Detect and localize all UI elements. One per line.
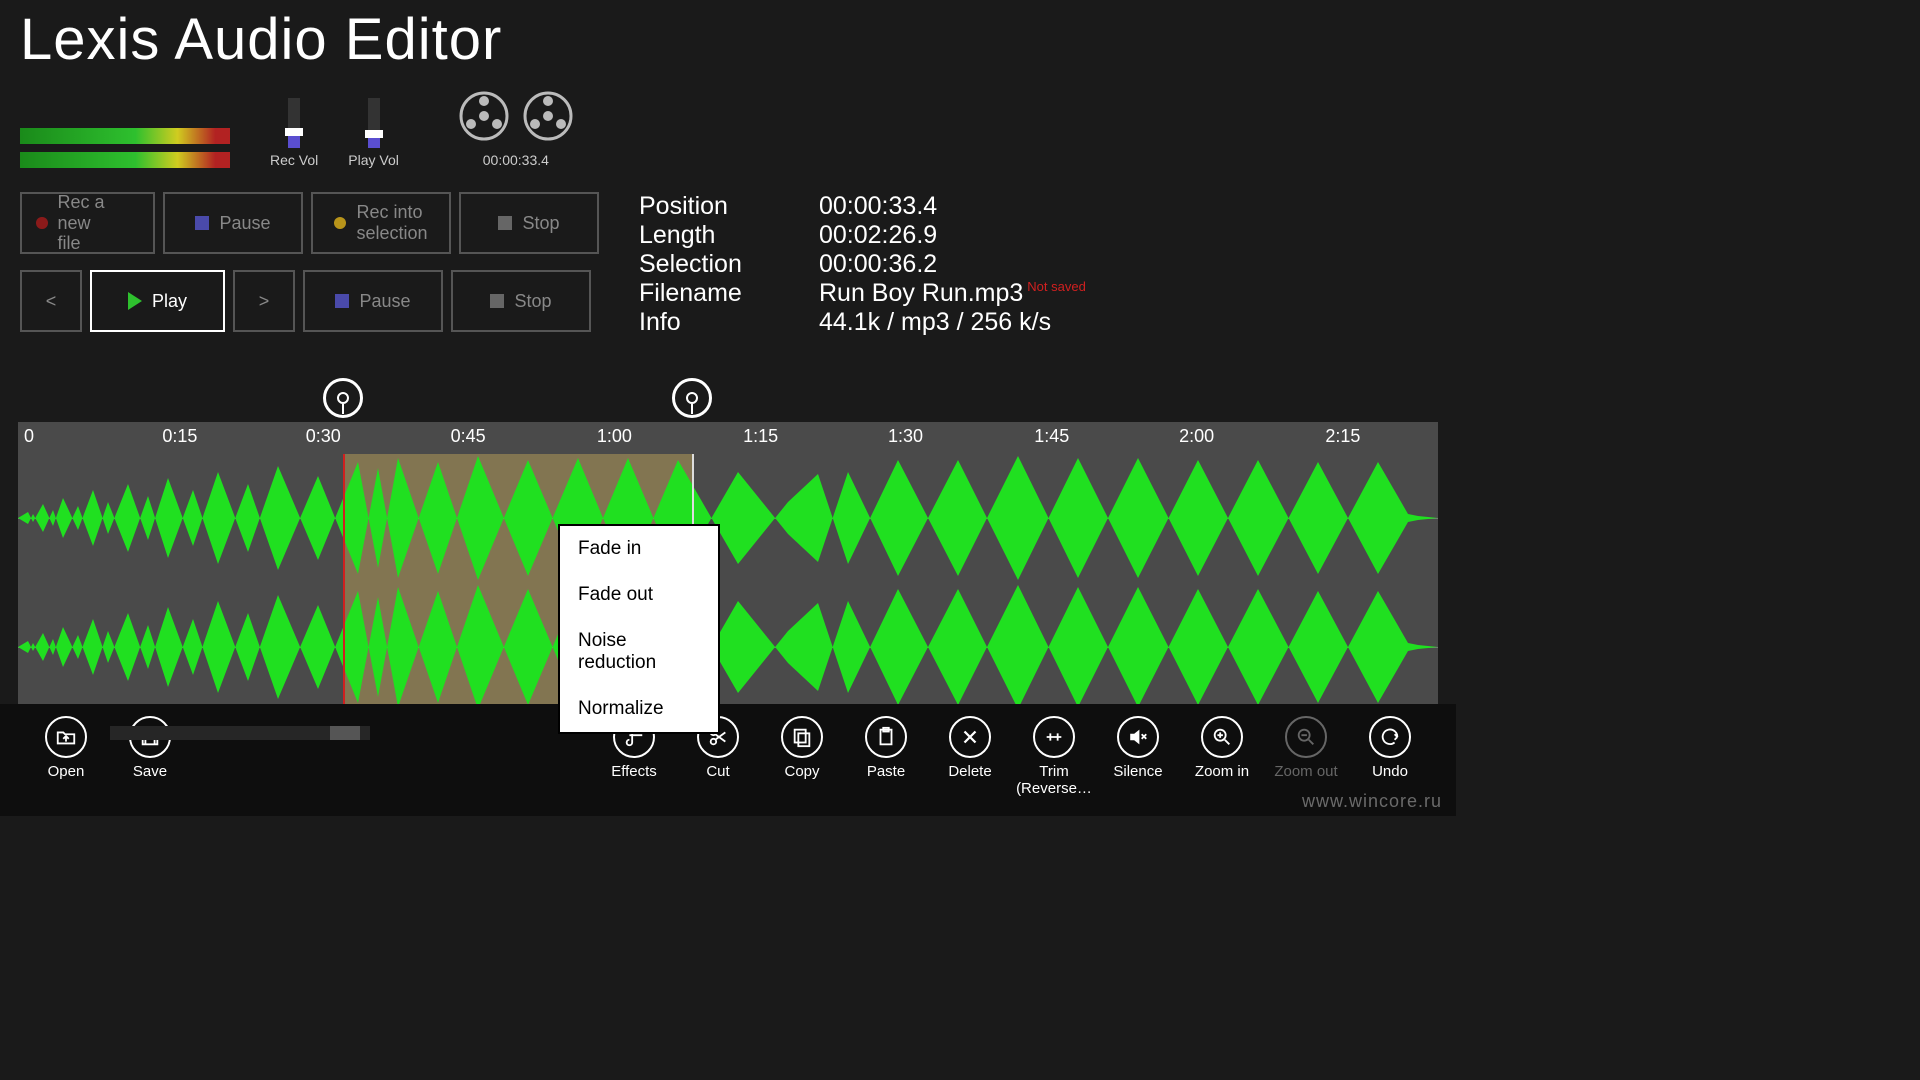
filename-label: Filename [639, 279, 799, 308]
ruler-tick: 0:30 [306, 426, 341, 447]
seek-forward-button[interactable]: > [233, 270, 295, 332]
selection-value: 00:00:36.2 [819, 250, 1086, 279]
rec-into-selection-button[interactable]: Rec intoselection [311, 192, 451, 254]
rec-pause-button[interactable]: Pause [163, 192, 303, 254]
play-vol-label: Play Vol [348, 152, 399, 168]
x-icon [949, 716, 991, 758]
tape-reels-icon [459, 91, 573, 146]
level-bar-right [20, 152, 230, 168]
selection-start-marker[interactable] [323, 378, 363, 418]
play-button[interactable]: Play [90, 270, 225, 332]
ruler-tick: 2:15 [1325, 426, 1360, 447]
info-panel: Position 00:00:33.4 Length 00:02:26.9 Se… [639, 192, 1086, 337]
selection-label: Selection [639, 250, 799, 279]
ruler-tick: 2:00 [1179, 426, 1214, 447]
level-bar-left [20, 128, 230, 144]
zoom-out-icon [1285, 716, 1327, 758]
time-ruler[interactable]: 0 0:15 0:30 0:45 1:00 1:15 1:30 1:45 2:0… [18, 422, 1438, 454]
waveform-display[interactable] [18, 454, 1438, 712]
rec-stop-button[interactable]: Stop [459, 192, 599, 254]
speaker-mute-icon [1117, 716, 1159, 758]
seek-back-button[interactable]: < [20, 270, 82, 332]
menu-fade-out[interactable]: Fade out [560, 572, 718, 618]
menu-noise-reduction[interactable]: Noise reduction [560, 618, 718, 686]
info-label: Info [639, 308, 799, 337]
delete-button[interactable]: Delete [928, 716, 1012, 781]
copy-icon [781, 716, 823, 758]
ruler-tick: 0:45 [451, 426, 486, 447]
ruler-tick: 0 [24, 426, 34, 447]
level-meters [20, 128, 230, 168]
effects-context-menu: Fade in Fade out Noise reduction Normali… [558, 524, 720, 734]
length-label: Length [639, 221, 799, 250]
position-value: 00:00:33.4 [819, 192, 1086, 221]
ruler-tick: 0:15 [162, 426, 197, 447]
copy-button[interactable]: Copy [760, 716, 844, 781]
app-bar: Open Save Effects Cut Copy Paste Delete … [0, 704, 1456, 816]
ruler-tick: 1:15 [743, 426, 778, 447]
selection-end-marker[interactable] [672, 378, 712, 418]
menu-normalize[interactable]: Normalize [560, 686, 718, 732]
folder-up-icon [45, 716, 87, 758]
trim-button[interactable]: Trim(Reverse… [1012, 716, 1096, 797]
play-stop-button[interactable]: Stop [451, 270, 591, 332]
paste-button[interactable]: Paste [844, 716, 928, 781]
watermark: www.wincore.ru [1302, 791, 1442, 812]
undo-button[interactable]: Undo [1348, 716, 1432, 781]
open-button[interactable]: Open [24, 716, 108, 781]
zoom-out-button[interactable]: Zoom out [1264, 716, 1348, 781]
undo-icon [1369, 716, 1411, 758]
menu-fade-in[interactable]: Fade in [560, 526, 718, 572]
ruler-tick: 1:30 [888, 426, 923, 447]
rec-vol-label: Rec Vol [270, 152, 318, 168]
zoom-in-button[interactable]: Zoom in [1180, 716, 1264, 781]
play-pause-button[interactable]: Pause [303, 270, 443, 332]
rec-volume-slider[interactable] [288, 98, 300, 148]
rec-new-file-button[interactable]: Rec a newfile [20, 192, 155, 254]
not-saved-badge: Not saved [1027, 279, 1086, 294]
info-value: 44.1k / mp3 / 256 k/s [819, 308, 1086, 337]
ruler-tick: 1:00 [597, 426, 632, 447]
horizontal-scrollbar[interactable] [110, 726, 370, 740]
app-title: Lexis Audio Editor [0, 0, 1456, 73]
filename-value: Run Boy Run.mp3Not saved [819, 279, 1086, 308]
ruler-tick: 1:45 [1034, 426, 1069, 447]
trim-icon [1033, 716, 1075, 758]
length-value: 00:02:26.9 [819, 221, 1086, 250]
play-volume-slider[interactable] [368, 98, 380, 148]
zoom-in-icon [1201, 716, 1243, 758]
silence-button[interactable]: Silence [1096, 716, 1180, 781]
clipboard-icon [865, 716, 907, 758]
elapsed-time: 00:00:33.4 [483, 152, 549, 168]
position-label: Position [639, 192, 799, 221]
playhead-cursor[interactable] [343, 454, 345, 712]
